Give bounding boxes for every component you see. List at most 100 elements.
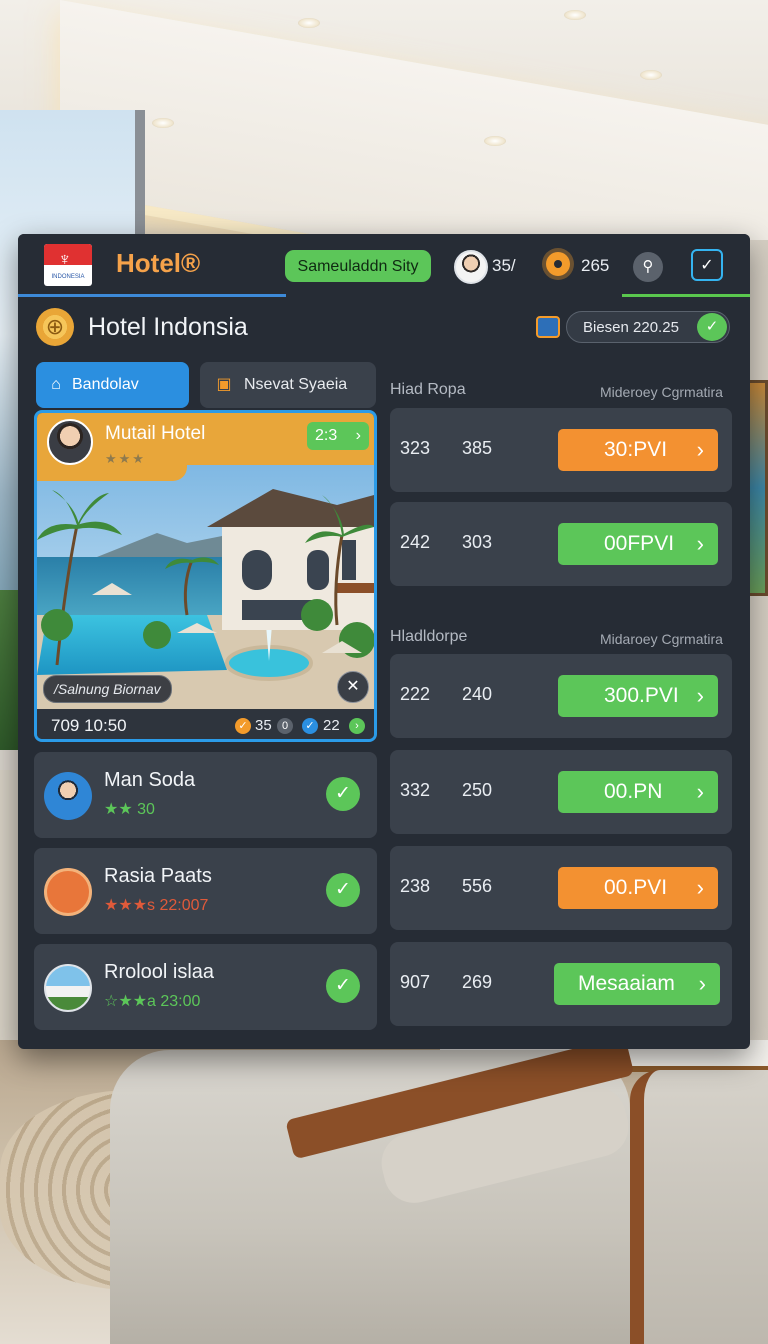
villa-photo-icon <box>44 964 92 1012</box>
hotel-time: 709 10:50 <box>51 716 127 735</box>
row-value: 242 <box>400 532 431 552</box>
list-item-rating: ☆★★a 23:00 <box>104 993 201 1010</box>
chevron-right-icon[interactable]: › <box>349 718 365 734</box>
row-action-label: 00.PN <box>604 780 663 803</box>
status-dot-icon: 0 <box>277 718 293 734</box>
check-icon[interactable]: ✓ <box>326 969 360 1003</box>
section-label-right: Mideroey Cgrmatira <box>600 384 723 400</box>
featured-header-tab <box>37 465 187 481</box>
search-value: Biesen 220.25 <box>583 319 679 336</box>
door-icon <box>44 868 92 916</box>
row-action-button[interactable]: 30:PVI › <box>558 429 718 471</box>
list-item-title: Man Soda <box>104 769 196 791</box>
row-value: 332 <box>400 780 431 800</box>
table-row[interactable]: 332 250 00.PN › <box>390 750 732 834</box>
top-bar: ♆ INDONESIA Hotel® Sameuladdn Sity 35/ 2… <box>18 234 750 297</box>
chevron-right-icon: › <box>696 531 704 556</box>
hotel-badge[interactable]: 2:3 › <box>307 422 369 450</box>
logo-caption: INDONESIA <box>51 274 85 280</box>
row-action-label: 00.PVI <box>604 876 668 899</box>
indonesia-logo[interactable]: ♆ INDONESIA <box>44 244 92 286</box>
list-item[interactable]: Rrolool islaa ☆★★a 23:00 ✓ <box>34 944 377 1030</box>
tools-icon[interactable]: ✕ <box>337 671 369 703</box>
row-action-label: 300.PVI <box>604 684 679 707</box>
check-badge-icon: ✓ <box>235 718 251 734</box>
chevron-right-icon: › <box>355 427 361 444</box>
row-value: 222 <box>400 684 431 704</box>
photo-caption: /Salnung Biornav <box>43 675 172 703</box>
row-value: 269 <box>462 972 493 992</box>
tab-nsevat-syaeia[interactable]: ▣ Nsevat Syaeia <box>200 362 376 408</box>
hotel-photo <box>37 465 374 709</box>
checklist-icon[interactable]: ✓ <box>691 249 723 281</box>
row-action-button[interactable]: 300.PVI › <box>558 675 718 717</box>
tab-indicator <box>622 294 750 297</box>
row-action-button[interactable]: 00FPVI › <box>558 523 718 565</box>
tab-bandolav[interactable]: ⌂ Bandolav <box>36 362 189 408</box>
tab-label: Nsevat Syaeia <box>244 376 348 393</box>
row-value: 250 <box>462 780 493 800</box>
city-selector-button[interactable]: Sameuladdn Sity <box>285 250 431 282</box>
search-field[interactable]: Biesen 220.25 ✓ <box>566 311 730 343</box>
check-icon[interactable]: ✓ <box>326 777 360 811</box>
featured-footer: 709 10:50 ✓ 35 0 ✓ 22 › <box>37 709 374 739</box>
chat-icon[interactable]: ✓ <box>697 313 727 341</box>
check-icon[interactable]: ✓ <box>326 873 360 907</box>
gear-icon[interactable] <box>546 252 570 276</box>
row-action-label: 00FPVI <box>604 532 675 555</box>
downlight <box>298 18 320 28</box>
chevron-right-icon: › <box>696 875 704 900</box>
chevron-right-icon: › <box>696 779 704 804</box>
section-label-right: Midaroey Cgrmatira <box>600 631 723 647</box>
verified-icon: ✓ <box>302 718 318 734</box>
row-value: 303 <box>462 532 493 552</box>
row-value: 385 <box>462 438 493 458</box>
list-item-title: Rasia Paats <box>104 865 212 887</box>
chevron-right-icon: › <box>696 437 704 462</box>
table-row[interactable]: 222 240 300.PVI › <box>390 654 732 738</box>
profile-avatar[interactable] <box>454 250 488 284</box>
list-item-rating: ★★★s 22:007 <box>104 897 209 914</box>
row-value: 556 <box>462 876 493 896</box>
row-action-button[interactable]: 00.PVI › <box>558 867 718 909</box>
list-item[interactable]: Rasia Paats ★★★s 22:007 ✓ <box>34 848 377 934</box>
section-label: Hiad Ropa <box>390 381 466 398</box>
badge-value: 2:3 <box>315 427 338 444</box>
hotel-stars: ★★★ <box>105 451 146 466</box>
featured-hotel-card[interactable]: Mutail Hotel ★★★ 2:3 › /Salnung Biornav … <box>34 410 377 742</box>
row-value: 907 <box>400 972 431 992</box>
row-action-button[interactable]: Mesaaiam › <box>554 963 720 1005</box>
host-avatar <box>47 419 93 465</box>
calendar-icon: ▣ <box>216 376 232 393</box>
list-item[interactable]: Man Soda ★★ 30 ✓ <box>34 752 377 838</box>
armchair-right <box>630 1070 768 1344</box>
garuda-icon: ♆ <box>58 249 72 269</box>
table-row[interactable]: 907 269 Mesaaiam › <box>390 942 732 1026</box>
downlight <box>564 10 586 20</box>
downlight <box>152 118 174 128</box>
table-row[interactable]: 242 303 00FPVI › <box>390 502 732 586</box>
row-action-button[interactable]: 00.PN › <box>558 771 718 813</box>
resort-illustration <box>37 465 374 709</box>
chevron-right-icon: › <box>696 683 704 708</box>
settings-stat: 265 <box>581 256 610 275</box>
count-value: 35 <box>255 717 272 734</box>
row-action-label: Mesaaiam <box>578 972 675 995</box>
list-item-title: Rrolool islaa <box>104 961 215 983</box>
profile-stat: 35/ <box>492 256 516 275</box>
table-row[interactable]: 238 556 00.PVI › <box>390 846 732 930</box>
tab-label: Bandolav <box>72 376 139 393</box>
count-value: 22 <box>323 717 340 734</box>
table-row[interactable]: 323 385 30:PVI › <box>390 408 732 492</box>
tab-indicator <box>18 294 286 297</box>
pin-icon[interactable]: ⚲ <box>633 252 663 282</box>
list-item-rating: ★★ 30 <box>104 801 155 818</box>
briefcase-icon[interactable] <box>536 316 560 338</box>
chevron-right-icon: › <box>698 971 706 996</box>
row-value: 323 <box>400 438 431 458</box>
row-value: 238 <box>400 876 431 896</box>
person-icon <box>44 772 92 820</box>
page-title: Hotel Indonsia <box>88 313 248 341</box>
downlight <box>640 70 662 80</box>
home-icon: ⌂ <box>51 376 61 393</box>
